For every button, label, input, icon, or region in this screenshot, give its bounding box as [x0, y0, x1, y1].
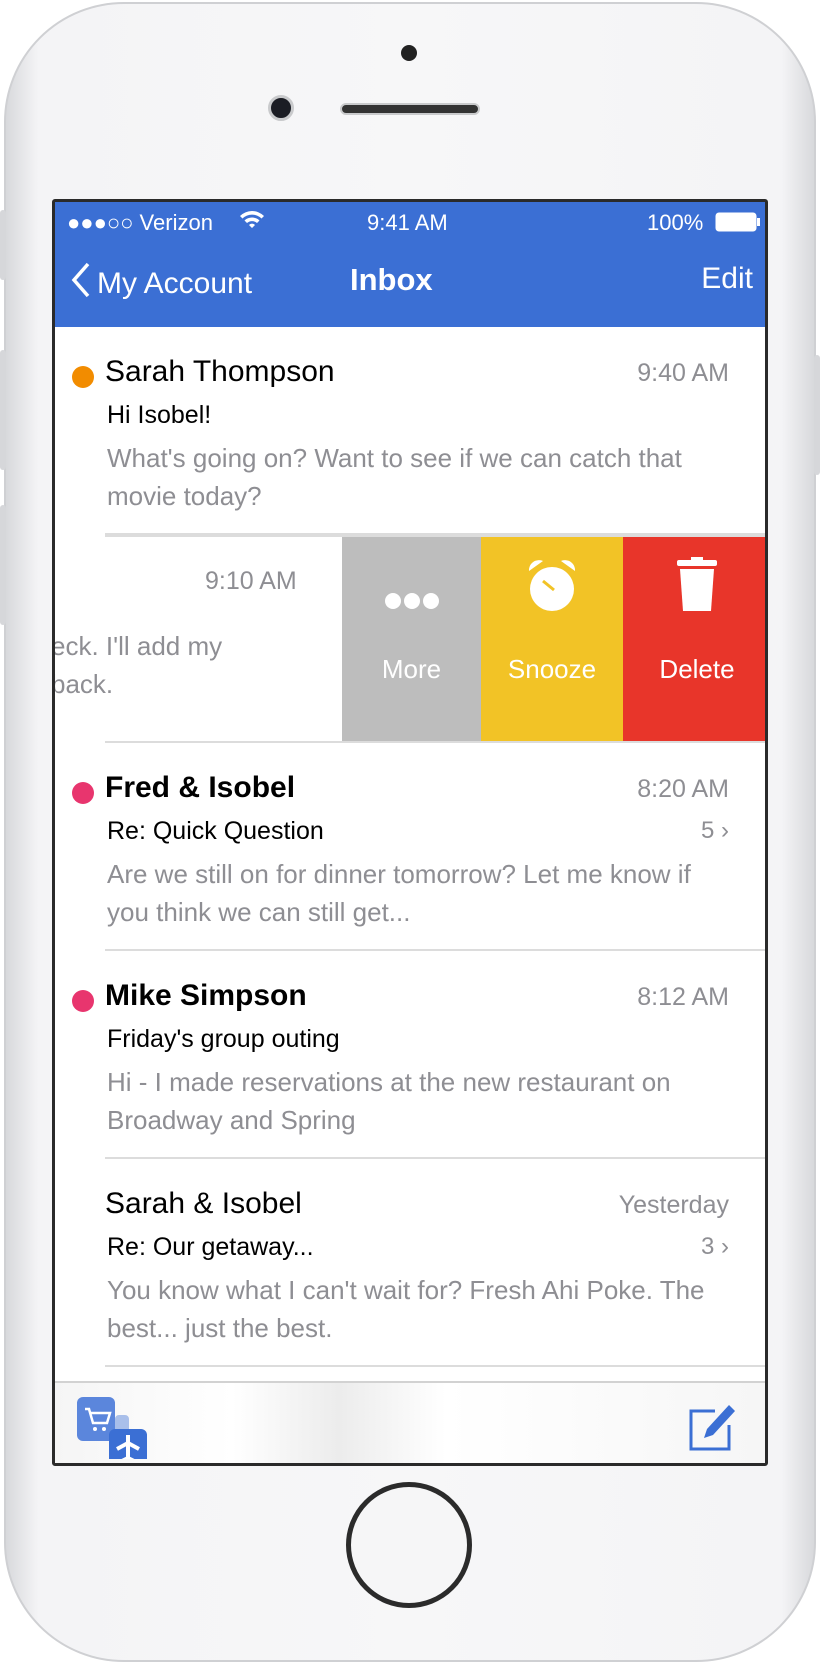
message-row-swiped[interactable]: 9:10 AM eck. I'll add my back. More Snoo… [55, 535, 765, 743]
preview: Are we still on for dinner tomorrow? Let… [107, 859, 691, 927]
carrier-signal: ●●●○○ Verizon [67, 210, 213, 235]
time: 8:12 AM [637, 983, 729, 1011]
wifi-icon [239, 208, 265, 236]
message-row[interactable]: Sarah Thompson 9:40 AM Hi Isobel! What's… [55, 327, 765, 535]
battery-icon [715, 212, 761, 238]
thread-count-value: 3 [700, 1233, 715, 1260]
unread-dot [72, 782, 94, 804]
battery-percent: 100% [647, 210, 704, 235]
thread-count: 5 › [701, 817, 729, 845]
subject: Re: Quick Question [107, 817, 324, 845]
message-row[interactable]: Fred & Isobel 8:20 AM Re: Quick Question… [55, 743, 765, 951]
preview: Hi - I made reservations at the new rest… [107, 1067, 671, 1135]
subject: Hi Isobel! [107, 401, 212, 429]
delete-button[interactable]: Delete [623, 537, 765, 743]
preview: What's going on? Want to see if we can c… [107, 443, 682, 511]
more-button[interactable]: More [342, 537, 481, 743]
back-button[interactable]: My Account [71, 262, 252, 306]
back-label: My Account [97, 267, 253, 300]
unread-dot [72, 366, 94, 388]
status-time: 9:41 AM [367, 210, 448, 235]
preview: You know what I can't wait for? Fresh Ah… [107, 1275, 705, 1343]
volume-down-button [0, 505, 6, 625]
status-bar: ●●●○○ Verizon 9:41 AM 100% [55, 202, 765, 240]
subject: Friday's group outing [107, 1025, 340, 1053]
sender: Sarah Thompson [105, 355, 335, 388]
page-title: Inbox [350, 262, 433, 297]
power-button [814, 355, 820, 475]
time: 9:10 AM [205, 567, 297, 595]
sender: Sarah & Isobel [105, 1187, 302, 1220]
front-camera [268, 95, 294, 121]
message-row[interactable]: Mike Simpson 8:12 AM Friday's group outi… [55, 951, 765, 1159]
snooze-button[interactable]: Snooze [481, 537, 623, 743]
snooze-label: Snooze [507, 654, 597, 684]
sender: Fred & Isobel [105, 771, 296, 804]
nav-bar: My Account Inbox Edit [55, 240, 765, 327]
earpiece-speaker [340, 103, 480, 115]
subject: Re: Our getaway... [107, 1233, 314, 1261]
compose-icon[interactable] [687, 1403, 737, 1458]
chevron-left-icon [71, 262, 91, 306]
proximity-sensor [401, 45, 417, 61]
mute-switch [0, 210, 6, 280]
volume-up-button [0, 350, 6, 470]
more-dots-icon [342, 592, 481, 610]
app-switcher-icon[interactable] [77, 1397, 149, 1463]
thread-count-value: 5 [700, 817, 715, 844]
sender: Mike Simpson [105, 979, 307, 1012]
chevron-right-icon: › [714, 817, 729, 844]
message-row[interactable]: Sarah & Isobel Yesterday Re: Our getaway… [55, 1159, 765, 1367]
divider [105, 1365, 765, 1367]
time: 8:20 AM [637, 775, 729, 803]
thread-count: 3 › [701, 1233, 729, 1261]
more-label: More [381, 654, 442, 684]
edit-button[interactable]: Edit [701, 262, 753, 296]
screen: ●●●○○ Verizon 9:41 AM 100% My Account In… [52, 199, 768, 1466]
alarm-clock-icon [481, 557, 623, 613]
bottom-toolbar [55, 1381, 765, 1463]
delete-label: Delete [659, 654, 735, 684]
time: 9:40 AM [637, 359, 729, 387]
trash-icon [623, 557, 765, 613]
chevron-right-icon: › [714, 1233, 729, 1260]
home-button[interactable] [346, 1482, 472, 1608]
time: Yesterday [618, 1191, 729, 1219]
unread-dot [72, 990, 94, 1012]
